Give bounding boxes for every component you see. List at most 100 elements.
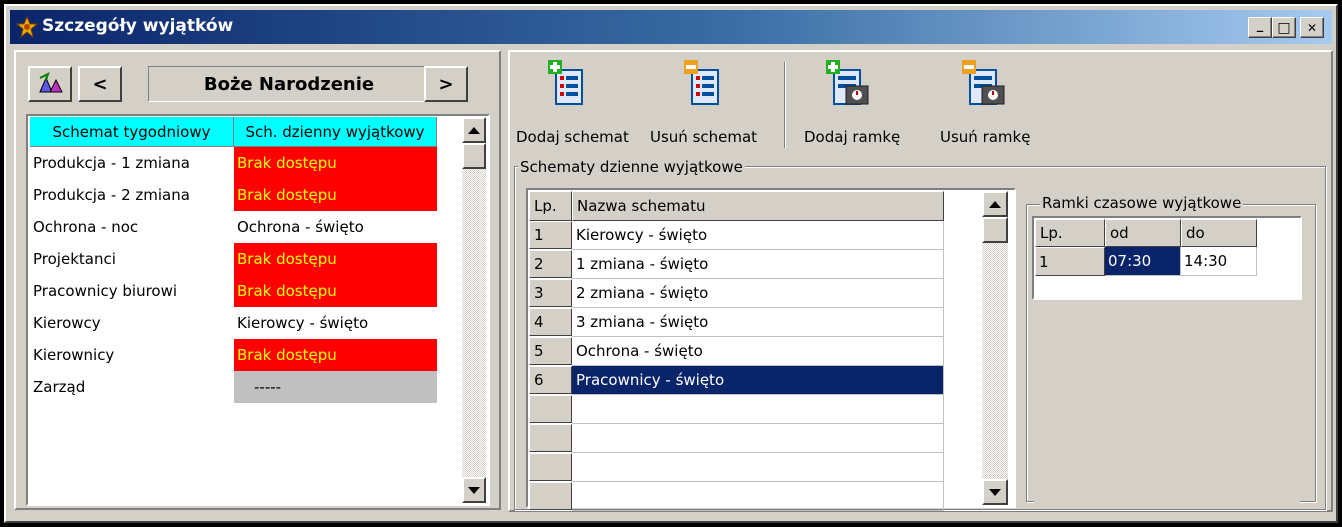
time-frames-empty-area (1034, 300, 1300, 504)
add-frame-icon (826, 60, 869, 105)
weekly-schema-grid: Schemat tygodniowy Sch. dzienny wyjątkow… (30, 117, 452, 505)
add-frame-label: Dodaj ramkę (804, 128, 901, 146)
daily-exception-cell[interactable]: Brak dostępu (234, 243, 437, 275)
daily-row-lp[interactable] (529, 395, 572, 423)
weekly-schema-cell[interactable]: Produkcja - 1 zmiana (30, 147, 234, 179)
close-button[interactable]: ✕ (1300, 17, 1324, 38)
frame-row-lp: 1 (1035, 247, 1105, 276)
daily-row-lp[interactable]: 2 (529, 250, 572, 278)
daily-row-lp[interactable]: 4 (529, 308, 572, 336)
arrow-down-icon (989, 488, 1001, 496)
close-icon: ✕ (1306, 20, 1318, 35)
weekly-grid-row[interactable]: Projektanci Brak dostępu (30, 243, 437, 275)
daily-exception-cell[interactable]: ----- (234, 371, 437, 403)
weekly-schema-cell[interactable]: Pracownicy biurowi (30, 275, 234, 307)
weekly-schema-cell[interactable]: Kierowcy (30, 307, 234, 339)
daily-row-lp[interactable]: 6 (529, 366, 572, 394)
remove-schema-label: Usuń schemat (650, 128, 758, 146)
title-bar[interactable]: Szczegóły wyjątków _ □ ✕ (10, 10, 1332, 44)
weekly-grid-row[interactable]: Ochrona - noc Ochrona - święto (30, 211, 437, 243)
daily-row-name[interactable]: Ochrona - święto (572, 337, 944, 366)
daily-exception-cell[interactable]: Brak dostępu (234, 275, 437, 307)
arrow-down-icon (468, 486, 480, 494)
remove-schema-tool[interactable]: Usuń schemat (650, 60, 768, 156)
header-to: do (1181, 219, 1257, 247)
daily-exception-cell[interactable]: Ochrona - święto (234, 211, 437, 243)
daily-row-lp[interactable]: 3 (529, 279, 572, 307)
add-frame-tool[interactable]: Dodaj ramkę (798, 60, 908, 156)
window-title: Szczegóły wyjątków (42, 16, 234, 36)
frame-from-cell[interactable]: 07:30 (1105, 247, 1181, 276)
maximize-button[interactable]: □ (1272, 17, 1296, 38)
weekly-schema-cell[interactable]: Ochrona - noc (30, 211, 234, 243)
weekly-schema-cell[interactable]: Projektanci (30, 243, 234, 275)
swap-icon (39, 72, 63, 93)
previous-button[interactable]: < (78, 66, 122, 102)
minimize-button[interactable]: _ (1248, 17, 1272, 38)
time-frames-grid: Lp. od do 1 07:30 14:30 (1035, 219, 1301, 297)
remove-frame-icon (962, 60, 1005, 105)
daily-row-name[interactable] (572, 395, 944, 424)
daily-schemas-grid: Lp. Nazwa schematu 1 Kierowcy - święto 2 1 … (529, 191, 944, 511)
remove-frame-label: Usuń ramkę (940, 128, 1031, 146)
daily-exception-cell[interactable]: Kierowcy - święto (234, 307, 437, 339)
daily-schemas-title: Schematy dzienne wyjątkowe (518, 158, 745, 176)
daily-row-lp[interactable]: 1 (529, 221, 572, 249)
chevron-right-icon: > (438, 73, 454, 95)
weekly-grid-row[interactable]: Pracownicy biurowi Brak dostępu (30, 275, 437, 307)
remove-schema-icon (684, 60, 719, 105)
daily-exception-cell[interactable]: Brak dostępu (234, 179, 437, 211)
minimize-icon: _ (1256, 18, 1264, 33)
daily-row-name[interactable] (572, 453, 944, 482)
daily-row-lp[interactable] (529, 482, 572, 510)
daily-row-name[interactable]: 2 zmiana - święto (572, 279, 944, 308)
header-weekly-schema: Schemat tygodniowy (30, 117, 234, 147)
weekly-grid-row[interactable]: Kierowcy Kierowcy - święto (30, 307, 437, 339)
daily-exception-cell[interactable]: Brak dostępu (234, 147, 437, 179)
chevron-left-icon: < (92, 73, 108, 95)
add-schema-icon (548, 60, 583, 105)
header-daily-exception: Sch. dzienny wyjątkowy (234, 117, 437, 147)
frame-to-cell[interactable]: 14:30 (1181, 247, 1257, 276)
maximize-icon: □ (1277, 19, 1291, 36)
remove-frame-tool[interactable]: Usuń ramkę (930, 60, 1040, 156)
add-schema-tool[interactable]: Dodaj schemat (516, 60, 644, 156)
arrow-up-icon (989, 200, 1001, 208)
daily-row-name[interactable] (572, 424, 944, 453)
weekly-schema-cell[interactable]: Zarząd (30, 371, 234, 403)
header-frame-lp: Lp. (1035, 219, 1105, 247)
current-exception-label: Boże Narodzenie (148, 66, 430, 102)
time-frames-title: Ramki czasowe wyjątkowe (1040, 194, 1244, 212)
daily-row-lp[interactable] (529, 424, 572, 452)
daily-row-name[interactable]: 3 zmiana - święto (572, 308, 944, 337)
daily-grid-scrollbar[interactable] (982, 191, 1008, 505)
weekly-grid-row[interactable]: Kierownicy Brak dostępu (30, 339, 437, 371)
daily-row-name[interactable]: Pracownicy - święto (572, 366, 944, 395)
weekly-grid-row[interactable]: Produkcja - 1 zmiana Brak dostępu (30, 147, 437, 179)
weekly-grid-scrollbar[interactable] (462, 117, 486, 503)
daily-row-name[interactable]: Kierowcy - święto (572, 221, 944, 250)
header-lp: Lp. (529, 191, 572, 221)
weekly-schema-cell[interactable]: Produkcja - 2 zmiana (30, 179, 234, 211)
weekly-grid-row[interactable]: Produkcja - 2 zmiana Brak dostępu (30, 179, 437, 211)
weekly-grid-row[interactable]: Zarząd ----- (30, 371, 437, 403)
add-schema-label: Dodaj schemat (516, 128, 629, 146)
daily-row-name[interactable] (572, 482, 944, 511)
daily-row-lp[interactable]: 5 (529, 337, 572, 365)
toggle-view-button[interactable] (28, 66, 72, 102)
scroll-down-button[interactable] (462, 477, 486, 503)
daily-row-name[interactable]: 1 zmiana - święto (572, 250, 944, 279)
header-from: od (1105, 219, 1181, 247)
daily-row-lp[interactable] (529, 453, 572, 481)
next-button[interactable]: > (424, 66, 468, 102)
app-icon (16, 16, 38, 38)
daily-exception-cell[interactable]: Brak dostępu (234, 339, 437, 371)
scroll-down-button[interactable] (982, 479, 1008, 505)
scroll-thumb[interactable] (462, 143, 486, 169)
weekly-schema-cell[interactable]: Kierownicy (30, 339, 234, 371)
toolbar-separator (784, 62, 786, 148)
scroll-up-button[interactable] (462, 117, 486, 143)
arrow-up-icon (468, 126, 480, 134)
scroll-up-button[interactable] (982, 191, 1008, 217)
scroll-thumb[interactable] (982, 217, 1008, 243)
